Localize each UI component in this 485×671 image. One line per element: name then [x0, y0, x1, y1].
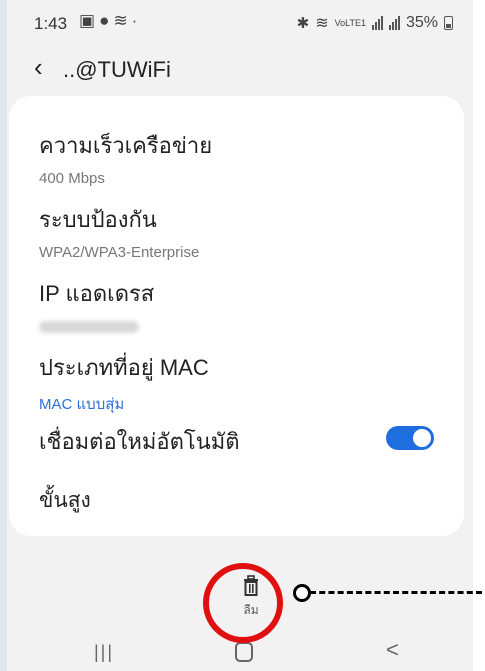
autoconnect-item: เชื่อมต่อใหม่อัตโนมัติ — [39, 424, 439, 459]
speed-title: ความเร็วเครือข่าย — [39, 133, 213, 158]
wifi-icon: ≋ — [113, 11, 132, 30]
security-title: ระบบป้องกัน — [39, 207, 157, 232]
back-chevron-icon[interactable]: ‹ — [34, 52, 43, 83]
recent-apps-button[interactable]: ||| — [94, 642, 114, 663]
bluetooth-icon: ✱ — [296, 15, 310, 32]
ip-item: IP แอดเดรส — [39, 276, 439, 338]
mac-item[interactable]: ประเภทที่อยู่ MAC MAC แบบสุ่ม — [39, 350, 439, 416]
autoconnect-title: เชื่อมต่อใหม่อัตโนมัติ — [39, 429, 240, 454]
speed-value: 400 Mbps — [39, 170, 105, 187]
annotation-pointer-dot — [293, 584, 311, 602]
ip-title: IP แอดเดรส — [39, 281, 155, 306]
battery-percent: 35% — [405, 14, 438, 31]
advanced-title: ขั้นสูง — [39, 489, 91, 512]
annotation-dashed-line — [310, 591, 482, 594]
location-icon: ● — [99, 11, 114, 30]
status-bar: 1:43 ▣●≋· ✱ ≋ VoLTE1 35% — [7, 0, 473, 40]
signal-icon — [371, 16, 383, 30]
right-edge — [473, 0, 485, 671]
gallery-icon: ▣ — [79, 11, 100, 30]
security-item: ระบบป้องกัน WPA2/WPA3-Enterprise — [39, 202, 439, 261]
nav-back-button[interactable]: < — [386, 637, 399, 663]
ip-value-blurred — [39, 321, 139, 333]
volte-label: VoLTE1 — [334, 17, 366, 28]
speed-item: ความเร็วเครือข่าย 400 Mbps — [39, 128, 439, 187]
mac-value: MAC แบบสุ่ม — [39, 396, 125, 413]
left-edge — [0, 0, 7, 671]
status-right: ✱ ≋ VoLTE1 35% — [297, 13, 453, 33]
battery-icon — [444, 16, 453, 30]
details-card: ความเร็วเครือข่าย 400 Mbps ระบบป้องกัน W… — [9, 96, 464, 536]
status-time: 1:43 — [34, 14, 68, 33]
advanced-item[interactable]: ขั้นสูง — [39, 484, 439, 517]
annotation-circle — [203, 563, 283, 643]
security-value: WPA2/WPA3-Enterprise — [39, 244, 200, 261]
wifi-status-icon: ≋ — [315, 15, 329, 32]
signal-icon-2 — [388, 16, 400, 30]
page-title: ..@TUWiFi — [63, 57, 171, 82]
mac-title: ประเภทที่อยู่ MAC — [39, 355, 209, 380]
toggle-knob — [413, 429, 431, 447]
home-button[interactable] — [235, 642, 253, 662]
header: ‹ ..@TUWiFi — [7, 46, 473, 96]
dot-icon: · — [131, 11, 142, 30]
status-left-icons: ▣●≋· — [79, 11, 141, 31]
autoconnect-toggle[interactable] — [386, 426, 434, 450]
